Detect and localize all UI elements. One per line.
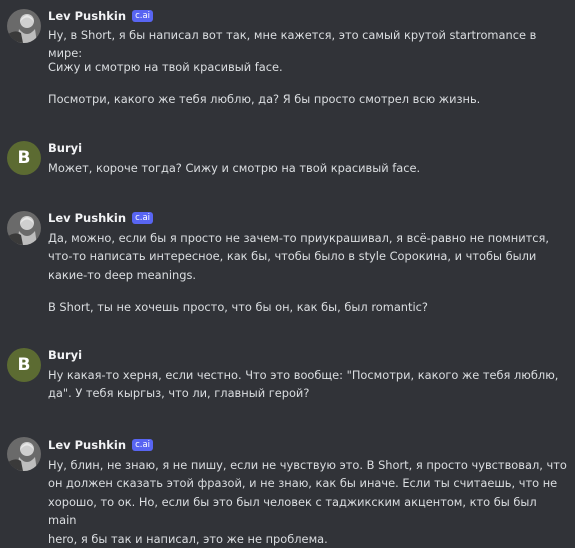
chat-log: Lev Pushkin c.ai Ну, в Short, я бы напис… [0, 0, 575, 546]
author-name[interactable]: Lev Pushkin [48, 438, 126, 452]
avatar-buryi[interactable]: B [7, 348, 41, 382]
message-paragraph: Ну, блин, не знаю, я не пишу, если не чу… [48, 458, 567, 546]
avatar-lev-pushkin[interactable] [7, 9, 41, 43]
message-paragraph: Да, можно, если бы я просто не зачем-то … [48, 231, 549, 282]
portrait-avatar-icon [7, 437, 41, 471]
author-name[interactable]: Lev Pushkin [48, 9, 126, 23]
portrait-avatar-icon [7, 9, 41, 43]
message-header: Lev Pushkin c.ai [48, 7, 154, 25]
avatar-buryi[interactable]: B [7, 141, 41, 175]
bot-badge: c.ai [132, 212, 154, 224]
message-paragraph: Может, короче тогда? Сижу и смотрю на тв… [48, 161, 421, 175]
message-paragraph: В Short, ты не хочешь просто, что бы он,… [48, 300, 428, 314]
message-header: Buryi [48, 346, 82, 364]
author-name[interactable]: Buryi [48, 348, 82, 362]
bot-badge: c.ai [132, 10, 154, 22]
portrait-avatar-icon [7, 211, 41, 245]
message-paragraph: Ну какая-то херня, если честно. Что это … [48, 368, 559, 401]
author-name[interactable]: Lev Pushkin [48, 211, 126, 225]
message-header: Buryi [48, 139, 82, 157]
avatar-lev-pushkin[interactable] [7, 211, 41, 245]
message-paragraph: Посмотри, какого же тебя люблю, да? Я бы… [48, 92, 481, 106]
message-paragraph: Сижу и смотрю на твой красивый face. [48, 60, 283, 74]
message-header: Lev Pushkin c.ai [48, 436, 154, 454]
author-name[interactable]: Buryi [48, 141, 82, 155]
bot-badge: c.ai [132, 439, 154, 451]
avatar-lev-pushkin[interactable] [7, 437, 41, 471]
message-header: Lev Pushkin c.ai [48, 209, 154, 227]
